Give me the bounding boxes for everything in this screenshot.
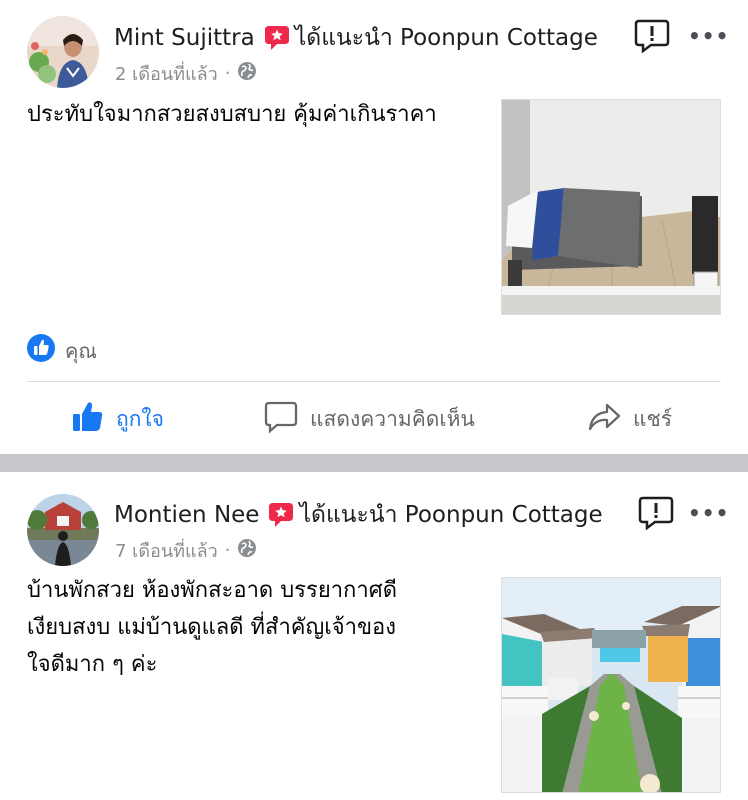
post-body: ประทับใจมากสวยสงบสบาย คุ้มค่าเกินราคา — [27, 96, 487, 133]
like-summary-label: คุณ — [65, 338, 97, 363]
globe-icon — [237, 538, 257, 563]
post-separator — [0, 454, 748, 472]
post-meta: 2 เดือนที่แล้ว · — [115, 59, 257, 88]
author-name[interactable]: Montien Nee — [114, 502, 259, 528]
recommend-badge-icon — [268, 502, 294, 528]
comment-button[interactable]: แสดงความคิดเห็น — [264, 400, 475, 439]
post-body-line: ประทับใจมากสวยสงบสบาย คุ้มค่าเกินราคา — [27, 102, 437, 127]
post-body-line: บ้านพักสวย ห้องพักสะอาด บรรยากาศดี — [27, 578, 397, 603]
like-button-label: ถูกใจ — [116, 407, 164, 431]
divider — [27, 381, 721, 382]
author-avatar[interactable] — [27, 494, 99, 566]
post-time[interactable]: 7 เดือนที่แล้ว — [115, 536, 218, 565]
recommend-action-text[interactable]: ได้แนะนำ Poonpun Cottage — [299, 497, 602, 533]
post-1: Mint Sujittra ได้แนะนำ Poonpun Cottage 2… — [0, 0, 748, 454]
post-header: Montien Nee ได้แนะนำ Poonpun Cottage — [114, 497, 603, 533]
report-icon[interactable] — [634, 19, 670, 54]
recommend-badge-icon — [264, 25, 290, 51]
author-avatar[interactable] — [27, 16, 99, 88]
report-icon[interactable] — [638, 496, 674, 531]
more-options-button[interactable]: ••• — [688, 24, 729, 48]
post-photo[interactable] — [501, 99, 721, 315]
thumbs-up-icon — [27, 334, 55, 367]
post-2: Montien Nee ได้แนะนำ Poonpun Cottage 7 เ… — [0, 472, 748, 800]
more-options-button[interactable]: ••• — [688, 501, 729, 525]
like-summary[interactable]: คุณ — [27, 334, 97, 367]
meta-separator: · — [224, 63, 231, 84]
post-header: Mint Sujittra ได้แนะนำ Poonpun Cottage — [114, 20, 598, 56]
comment-button-label: แสดงความคิดเห็น — [310, 407, 475, 431]
share-button[interactable]: แชร์ — [587, 400, 672, 439]
globe-icon — [237, 61, 257, 86]
post-body: บ้านพักสวย ห้องพักสะอาด บรรยากาศดี เงียบ… — [27, 572, 487, 683]
post-time[interactable]: 2 เดือนที่แล้ว — [115, 59, 218, 88]
thumbs-up-icon — [70, 400, 104, 439]
like-button[interactable]: ถูกใจ — [70, 400, 164, 439]
post-body-line: เงียบสงบ แม่บ้านดูแลดี ที่สำคัญเจ้าของ — [27, 615, 397, 640]
meta-separator: · — [224, 540, 231, 561]
share-button-label: แชร์ — [633, 407, 673, 431]
share-icon — [587, 400, 621, 439]
post-photo[interactable] — [501, 577, 721, 793]
comment-icon — [264, 400, 298, 439]
recommend-action-text[interactable]: ได้แนะนำ Poonpun Cottage — [295, 20, 598, 56]
author-name[interactable]: Mint Sujittra — [114, 25, 255, 51]
post-meta: 7 เดือนที่แล้ว · — [115, 536, 257, 565]
post-body-line: ใจดีมาก ๆ ค่ะ — [27, 652, 158, 677]
